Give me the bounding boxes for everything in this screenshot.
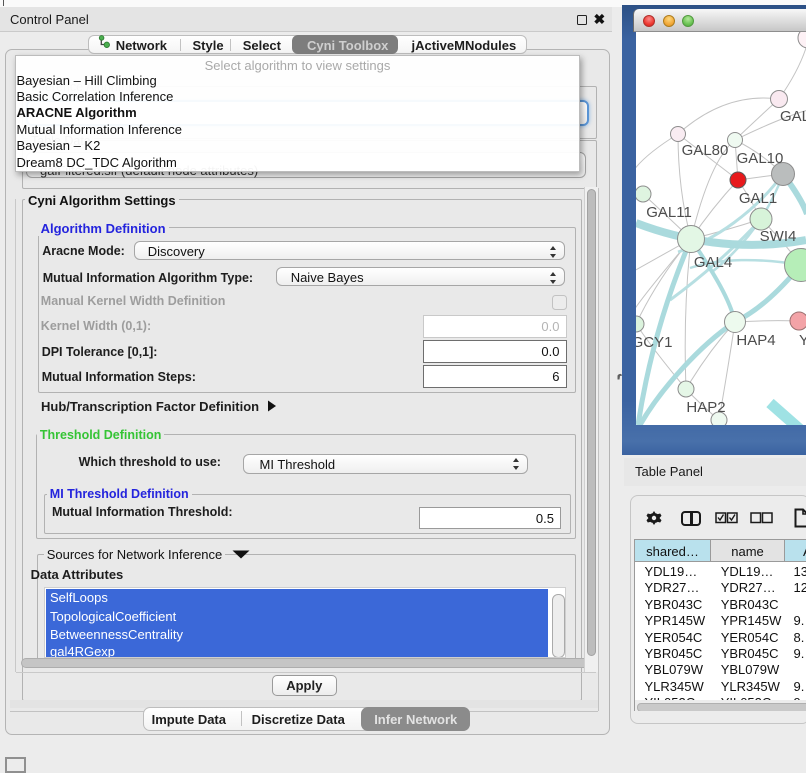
svg-text:GAL1: GAL1 [739, 190, 777, 207]
svg-text:GAL2: GAL2 [780, 108, 806, 125]
svg-text:SWI4: SWI4 [760, 228, 797, 245]
svg-text:GAL80: GAL80 [682, 142, 729, 159]
svg-text:GAL11: GAL11 [646, 204, 692, 221]
svg-text:YPL: YPL [799, 332, 806, 349]
svg-text:GCY1: GCY1 [636, 334, 672, 351]
svg-text:HAP2: HAP2 [686, 399, 725, 416]
svg-text:GAL10: GAL10 [737, 150, 784, 167]
svg-text:HAP4: HAP4 [736, 332, 775, 349]
svg-text:GAL4: GAL4 [694, 254, 732, 271]
